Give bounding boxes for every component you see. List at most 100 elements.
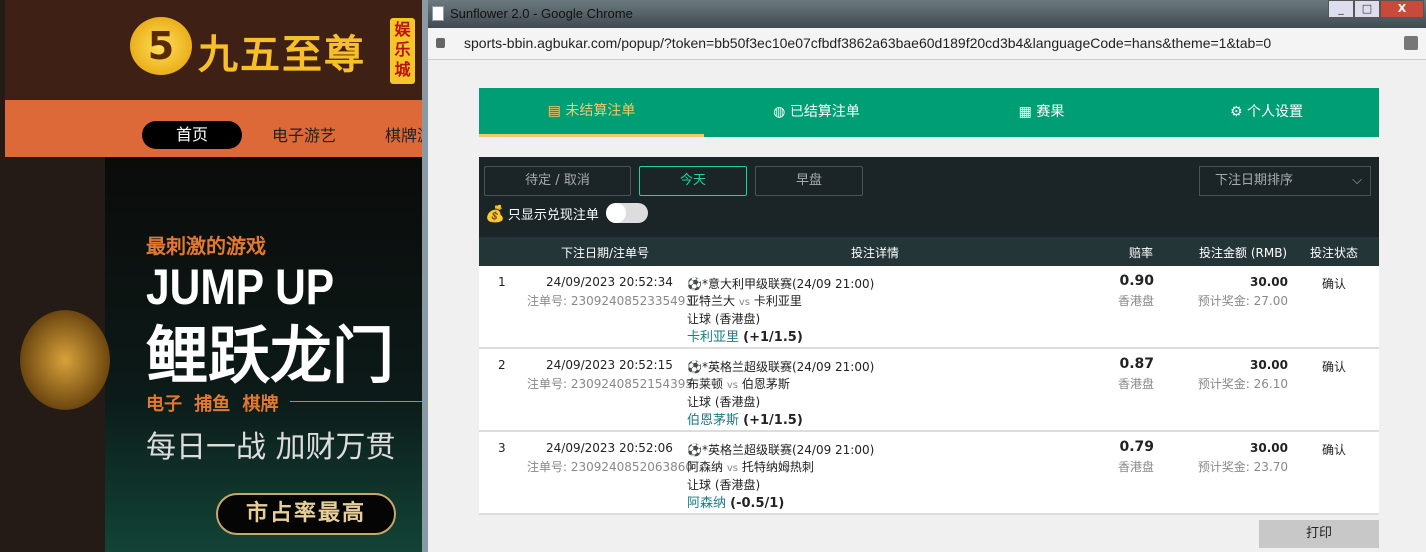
- odds: 0.90: [1119, 273, 1154, 289]
- vs-label: vs: [726, 380, 738, 391]
- filter-panel: 待定 / 取消 今天 早盘 下注日期排序 ⌵ 💰 只显示兑现注单: [479, 157, 1379, 237]
- address-bar[interactable]: sports-bbin.agbukar.com/popup/?token=bb5…: [428, 28, 1426, 60]
- selection-team: 卡利亚里: [687, 330, 740, 345]
- maximize-button[interactable]: □: [1354, 0, 1380, 18]
- cashout-toggle[interactable]: [605, 203, 648, 223]
- bets-table: 1 24/09/2023 20:52:34 注单号: 2309240852335…: [479, 266, 1379, 515]
- tab-unsettled[interactable]: ▤ 未结算注单: [479, 88, 704, 137]
- row-index: 3: [498, 441, 506, 455]
- header-status: 投注状态: [1310, 246, 1359, 260]
- away-team: 托特纳姆热刺: [741, 460, 814, 474]
- league-name: *英格兰超级联赛(24/09 21:00): [701, 443, 875, 457]
- bet-number: 注单号: 2309240852063860: [527, 460, 694, 474]
- tab-label: 个人设置: [1247, 104, 1303, 120]
- site-nav: 首页 电子游艺 棋牌游: [5, 100, 430, 157]
- header-details: 投注详情: [851, 246, 900, 260]
- settled-icon: ◍: [773, 104, 790, 120]
- tab-label: 已结算注单: [789, 104, 860, 120]
- league: ⚽*意大利甲级联赛(24/09 21:00): [687, 275, 874, 292]
- lock-icon: [436, 38, 445, 48]
- expected-payout: 预计奖金: 27.00: [1197, 294, 1288, 308]
- header-odds: 赔率: [1129, 246, 1154, 260]
- coin-image: [20, 310, 110, 410]
- league: ⚽*英格兰超级联赛(24/09 21:00): [687, 441, 874, 458]
- window-title: Sunflower 2.0 - Google Chrome: [450, 6, 633, 21]
- hero-categories: 电子 捕鱼 棋牌: [146, 394, 279, 415]
- url-text[interactable]: sports-bbin.agbukar.com/popup/?token=bb5…: [464, 35, 1271, 51]
- bet-status: 确认: [1322, 277, 1347, 291]
- print-button[interactable]: 打印: [1259, 520, 1379, 548]
- tab-results[interactable]: ▦ 赛果: [929, 88, 1154, 137]
- sort-value: 下注日期排序: [1215, 173, 1294, 188]
- handicap: (-0.5/1): [730, 496, 785, 511]
- selection-team: 阿森纳: [687, 496, 727, 511]
- table-header: 下注日期/注单号 投注详情 赔率 投注金额 (RMB) 投注状态: [479, 237, 1379, 266]
- minimize-button[interactable]: _: [1328, 0, 1354, 18]
- match: 阿森纳 vs 托特纳姆热刺: [687, 458, 814, 475]
- odds-type: 香港盘: [1117, 460, 1154, 474]
- handicap: (+1/1.5): [743, 330, 803, 345]
- stake-amount: 30.00: [1250, 358, 1288, 372]
- site-nav-games[interactable]: 电子游艺: [272, 122, 336, 146]
- home-team: 阿森纳: [687, 460, 724, 474]
- filter-pending-button[interactable]: 待定 / 取消: [484, 166, 631, 196]
- vs-label: vs: [738, 297, 750, 308]
- background-website: 5 九五至尊 娱乐城 首页 电子游艺 棋牌游 最刺激的游戏 JUMP UP 鲤跃…: [0, 0, 430, 552]
- league: ⚽*英格兰超级联赛(24/09 21:00): [687, 358, 874, 375]
- filter-early-button[interactable]: 早盘: [755, 166, 863, 196]
- hero-cta-button[interactable]: 市占率最高: [216, 493, 396, 535]
- header-amount: 投注金额 (RMB): [1199, 246, 1288, 260]
- translate-icon[interactable]: [1404, 36, 1418, 50]
- hero-slogan: 每日一战 加财万贯: [146, 430, 396, 465]
- row-index: 2: [498, 358, 506, 372]
- row-index: 1: [498, 275, 506, 289]
- stake-amount: 30.00: [1250, 275, 1288, 289]
- cashout-label: 只显示兑现注单: [507, 207, 599, 223]
- league-name: *英格兰超级联赛(24/09 21:00): [701, 360, 875, 374]
- soccer-ball-icon: ⚽: [687, 443, 702, 457]
- table-row: 2 24/09/2023 20:52:15 注单号: 2309240852154…: [479, 349, 1379, 432]
- odds: 0.87: [1119, 356, 1154, 372]
- tab-settings[interactable]: ⚙ 个人设置: [1154, 88, 1379, 137]
- site-logo-badge: 娱乐城: [390, 18, 415, 84]
- stake-amount: 30.00: [1250, 441, 1288, 455]
- match: 亚特兰大 vs 卡利亚里: [687, 292, 802, 309]
- soccer-ball-icon: ⚽: [687, 360, 702, 374]
- chevron-down-icon: ⌵: [1352, 173, 1362, 188]
- selection: 伯恩茅斯 (+1/1.5): [687, 409, 803, 428]
- selection: 阿森纳 (-0.5/1): [687, 492, 784, 511]
- home-team: 布莱顿: [687, 377, 724, 391]
- header-date: 下注日期/注单号: [561, 246, 650, 260]
- market: 让球 (香港盘): [687, 312, 761, 326]
- handicap: (+1/1.5): [743, 413, 803, 428]
- match: 布莱顿 vs 伯恩茅斯: [687, 375, 790, 392]
- home-team: 亚特兰大: [687, 294, 736, 308]
- cashout-filter: 💰 只显示兑现注单: [485, 203, 648, 223]
- sort-select[interactable]: 下注日期排序 ⌵: [1199, 166, 1371, 196]
- expected-payout: 预计奖金: 26.10: [1197, 377, 1288, 391]
- site-nav-home[interactable]: 首页: [142, 121, 242, 149]
- main-tabs: ▤ 未结算注单 ◍ 已结算注单 ▦ 赛果 ⚙ 个人设置: [479, 88, 1379, 137]
- title-bar: Sunflower 2.0 - Google Chrome _ □ X: [428, 0, 1426, 28]
- results-icon: ▦: [1018, 104, 1037, 120]
- money-bag-icon: 💰: [485, 203, 505, 223]
- site-logo-text: 九五至尊: [198, 32, 366, 78]
- away-team: 伯恩茅斯: [741, 377, 790, 391]
- bet-number: 注单号: 2309240852335493: [527, 294, 694, 308]
- close-button[interactable]: X: [1380, 0, 1424, 18]
- market: 让球 (香港盘): [687, 395, 761, 409]
- tab-label: 赛果: [1036, 104, 1065, 120]
- tab-settled[interactable]: ◍ 已结算注单: [704, 88, 929, 137]
- odds: 0.79: [1119, 439, 1154, 455]
- selection: 卡利亚里 (+1/1.5): [687, 326, 803, 345]
- expected-payout: 预计奖金: 23.70: [1197, 460, 1288, 474]
- odds-type: 香港盘: [1117, 377, 1154, 391]
- page-icon: [432, 6, 444, 21]
- table-row: 3 24/09/2023 20:52:06 注单号: 2309240852063…: [479, 432, 1379, 515]
- away-team: 卡利亚里: [753, 294, 802, 308]
- bet-datetime: 24/09/2023 20:52:06: [546, 441, 673, 455]
- bet-status: 确认: [1322, 443, 1347, 457]
- filter-today-button[interactable]: 今天: [639, 166, 747, 196]
- site-logo-mark: 5: [130, 17, 192, 75]
- vs-label: vs: [726, 463, 738, 474]
